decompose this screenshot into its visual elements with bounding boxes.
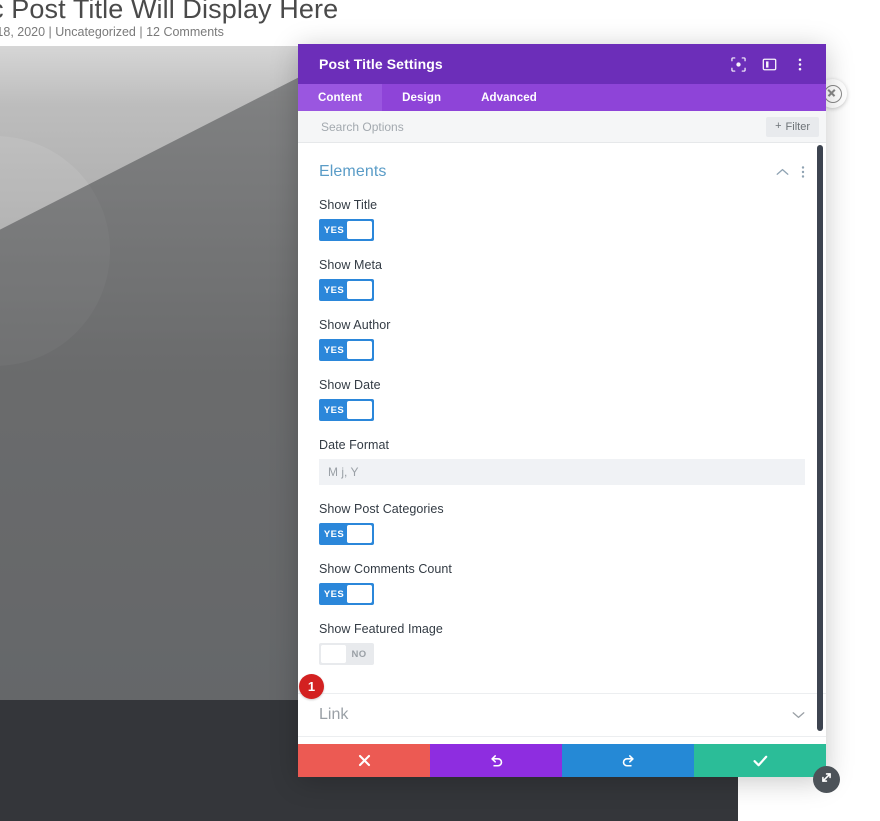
show-date-toggle[interactable]: YES [319, 399, 374, 421]
show-title-toggle[interactable]: YES [319, 219, 374, 241]
search-bar: + Filter [298, 111, 826, 143]
screenshot-root: ic Post Title Will Display Here n 18, 20… [0, 0, 880, 821]
modal-header-actions [730, 56, 808, 72]
undo-button[interactable] [430, 744, 562, 777]
annotation-badge-1: 1 [299, 674, 324, 699]
toggle-knob [346, 281, 372, 299]
section-tools [776, 165, 805, 179]
field-label: Date Format [319, 438, 390, 452]
show-meta-toggle[interactable]: YES [319, 279, 374, 301]
tab-content[interactable]: Content [298, 84, 383, 111]
redo-button[interactable] [562, 744, 694, 777]
field-show-post-categories: Show Post Categories YES [319, 485, 805, 545]
field-show-date: Show Date YES [319, 361, 805, 421]
undo-icon [489, 753, 504, 768]
field-date-format: Date Format [319, 421, 805, 485]
field-show-comments-count: Show Comments Count YES [319, 545, 805, 605]
toggle-knob [346, 525, 372, 543]
field-label: Show Comments Count [319, 562, 452, 576]
section-label: Link [319, 706, 349, 723]
focus-icon[interactable] [730, 56, 746, 72]
panel-layout-icon[interactable] [761, 56, 777, 72]
elements-section-header: Elements [298, 143, 826, 181]
tab-advanced[interactable]: Advanced [461, 84, 557, 111]
modal-title: Post Title Settings [319, 56, 443, 72]
field-show-title: Show Title YES [319, 181, 805, 241]
field-label: Show Meta [319, 258, 382, 272]
show-featured-image-toggle[interactable]: NO [319, 643, 374, 665]
elements-fields: Show Title YES Show Meta YES Show Author… [298, 181, 826, 665]
field-show-featured-image: Show Featured Image NO [319, 605, 805, 665]
resize-diagonal-icon [819, 770, 834, 790]
resize-handle[interactable] [813, 766, 840, 793]
modal-header: Post Title Settings [298, 44, 826, 84]
field-label: Show Date [319, 378, 381, 392]
close-icon [823, 84, 842, 103]
field-show-author: Show Author YES [319, 301, 805, 361]
section-link[interactable]: Link [298, 693, 826, 736]
plus-icon: + [775, 120, 782, 132]
show-comments-count-toggle[interactable]: YES [319, 583, 374, 605]
modal-tabs: Content Design Advanced [298, 84, 826, 111]
chevron-down-icon [792, 706, 805, 724]
toggle-knob [346, 221, 372, 239]
post-header: ic Post Title Will Display Here n 18, 20… [0, 0, 738, 48]
cancel-button[interactable] [298, 744, 430, 777]
section-background[interactable]: Background [298, 736, 826, 744]
toggle-knob [321, 645, 347, 663]
modal-footer [298, 744, 826, 777]
toggle-value: YES [323, 344, 345, 356]
more-vertical-icon[interactable] [801, 165, 805, 179]
field-label: Show Title [319, 198, 378, 212]
post-meta: n 18, 2020 | Uncategorized | 12 Comments [0, 25, 224, 39]
date-format-input[interactable] [319, 459, 805, 485]
tab-design[interactable]: Design [382, 84, 461, 111]
post-title-settings-modal: Post Title Settings Content Design Advan… [298, 44, 840, 793]
toggle-knob [346, 585, 372, 603]
checkmark-icon [753, 755, 768, 767]
close-icon [358, 754, 371, 767]
save-button[interactable] [694, 744, 826, 777]
field-label: Show Author [319, 318, 391, 332]
filter-button[interactable]: + Filter [766, 116, 819, 137]
search-input[interactable] [319, 118, 767, 135]
toggle-knob [346, 401, 372, 419]
settings-scroll-area: Elements Show Title YES Show Meta YES Sh… [298, 143, 826, 744]
toggle-value: YES [323, 588, 345, 600]
show-author-toggle[interactable]: YES [319, 339, 374, 361]
collapsed-sections: Link Background [298, 693, 826, 744]
filter-button-label: Filter [785, 120, 810, 133]
show-post-categories-toggle[interactable]: YES [319, 523, 374, 545]
toggle-value: NO [351, 648, 367, 660]
post-title: ic Post Title Will Display Here [0, 0, 339, 24]
toggle-value: YES [323, 404, 345, 416]
toggle-knob [346, 341, 372, 359]
modal-scrollbar[interactable] [817, 145, 823, 731]
modal-body: Elements Show Title YES Show Meta YES Sh… [298, 143, 826, 744]
field-show-meta: Show Meta YES [319, 241, 805, 301]
toggle-value: YES [323, 528, 345, 540]
field-label: Show Featured Image [319, 622, 443, 636]
chevron-up-icon[interactable] [776, 168, 789, 176]
section-title: Elements [319, 163, 387, 180]
more-vertical-icon[interactable] [792, 56, 808, 72]
toggle-value: YES [323, 284, 345, 296]
field-label: Show Post Categories [319, 502, 444, 516]
toggle-value: YES [323, 224, 345, 236]
redo-icon [621, 753, 636, 768]
